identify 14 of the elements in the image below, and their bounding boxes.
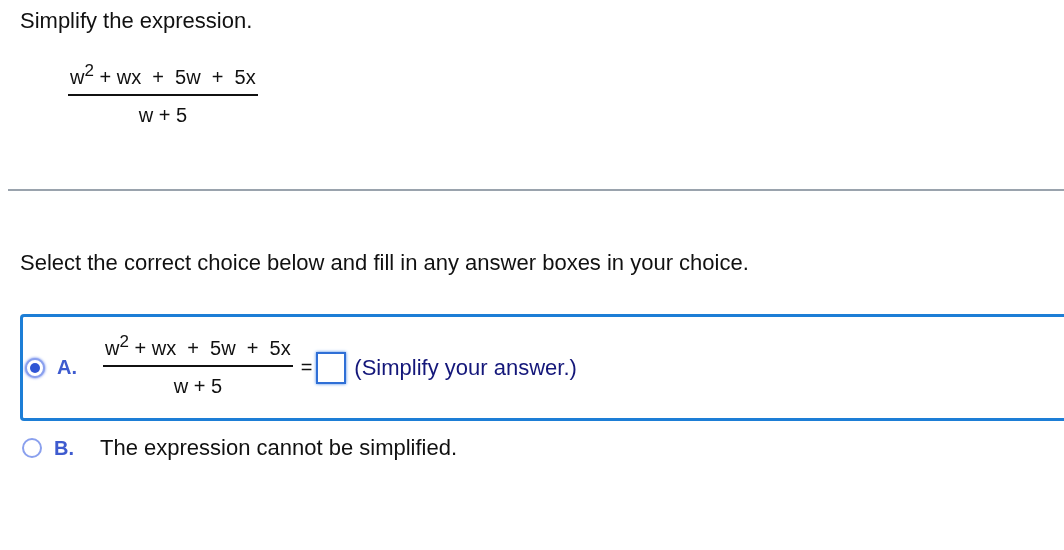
- question-text: Simplify the expression.: [20, 8, 254, 34]
- choice-letter: B.: [54, 436, 75, 460]
- numerator: w$^{2}$ + wx + 5w + 5x: [69, 66, 257, 90]
- numerator: w$^{2}$ + wx + 5w + 5x: [104, 337, 292, 361]
- choice-letter: A.: [57, 356, 78, 379]
- instruction-text: Select the correct choice below and fill in any answer boxes in your choice.: [20, 250, 750, 276]
- denominator: w + 5: [138, 103, 187, 127]
- radio-button[interactable]: [25, 357, 45, 378]
- denominator: w + 5: [173, 374, 222, 398]
- radio-button[interactable]: [22, 438, 42, 458]
- choice-text: The expression cannot be simplified.: [100, 435, 458, 461]
- answer-box[interactable]: [316, 351, 347, 384]
- equals-sign: =: [300, 356, 313, 379]
- hint-text: (Simplify your answer.): [354, 354, 577, 381]
